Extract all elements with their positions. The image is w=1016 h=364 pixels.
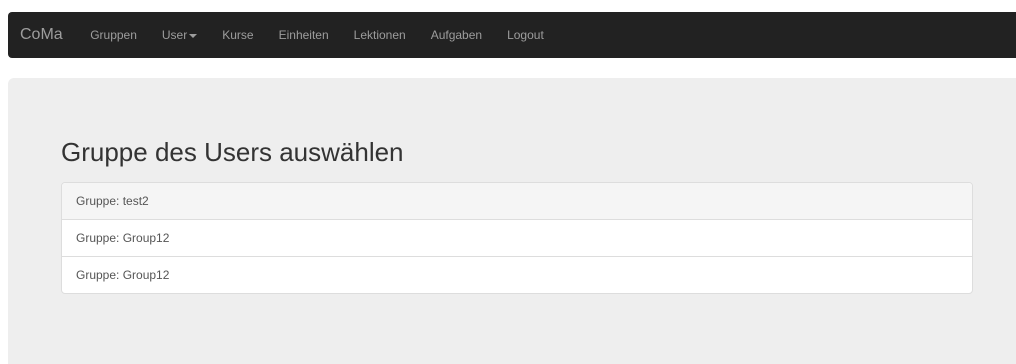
- nav-item-label: Aufgaben: [430, 28, 483, 42]
- nav-item-label: Kurse: [222, 28, 254, 42]
- caret-down-icon: [189, 33, 198, 38]
- content-panel: Gruppe des Users auswählen Gruppe: test2…: [8, 78, 1016, 364]
- nav-item-label: Einheiten: [278, 28, 329, 42]
- nav-item-label: User: [161, 28, 188, 42]
- nav-item-label: Lektionen: [353, 28, 406, 42]
- group-list-item[interactable]: Gruppe: Group12: [62, 256, 972, 293]
- page: CoMa Gruppen User Kurse Einheiten Lektio…: [0, 0, 1016, 364]
- nav-item-lektionen[interactable]: Lektionen: [341, 28, 418, 42]
- top-navbar: CoMa Gruppen User Kurse Einheiten Lektio…: [8, 12, 1016, 58]
- nav-item-kurse[interactable]: Kurse: [210, 28, 266, 42]
- nav-item-user-dropdown[interactable]: User: [149, 28, 209, 42]
- nav-item-gruppen[interactable]: Gruppen: [78, 28, 150, 42]
- nav-item-label: Gruppen: [90, 28, 137, 42]
- nav-item-einheiten[interactable]: Einheiten: [266, 28, 341, 42]
- nav-item-label: Logout: [507, 28, 544, 42]
- group-list-item[interactable]: Gruppe: test2: [62, 183, 972, 219]
- nav-item-aufgaben[interactable]: Aufgaben: [418, 28, 494, 42]
- group-list: Gruppe: test2 Gruppe: Group12 Gruppe: Gr…: [61, 182, 973, 294]
- nav-item-logout[interactable]: Logout: [495, 28, 557, 42]
- page-title: Gruppe des Users auswählen: [61, 137, 404, 167]
- brand-link[interactable]: CoMa: [20, 26, 63, 44]
- group-list-item[interactable]: Gruppe: Group12: [62, 219, 972, 256]
